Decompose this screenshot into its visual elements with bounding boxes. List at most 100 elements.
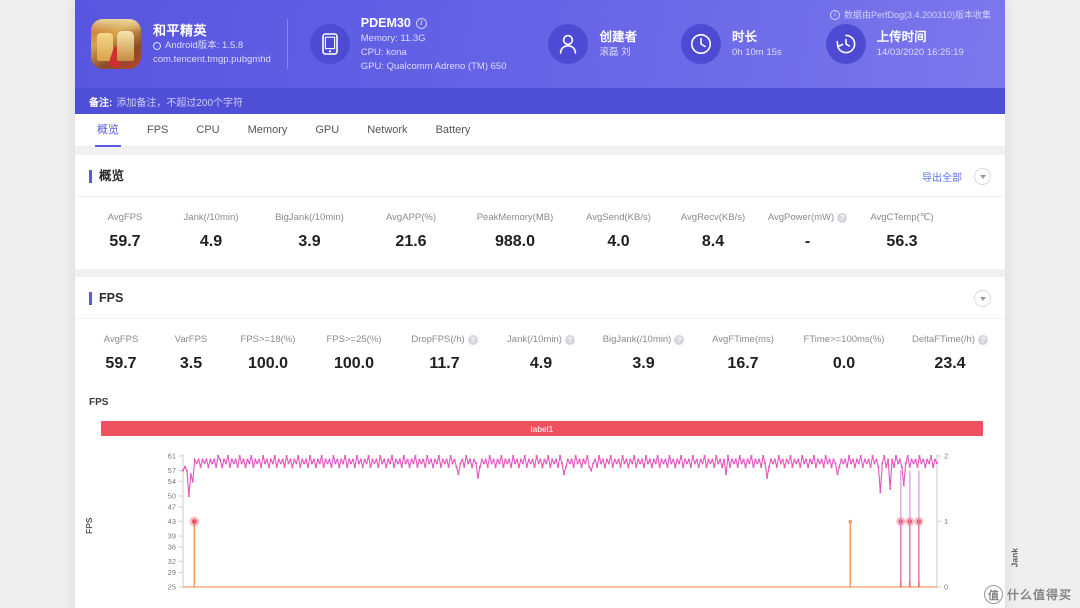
stat-label-text: AvgAPP(%) <box>386 211 436 225</box>
stat-label: FPS>=25(%) <box>311 333 397 347</box>
stat-label-text: PeakMemory(MB) <box>477 211 554 225</box>
app-package: com.tencent.tmgp.pubgmhd <box>153 53 271 67</box>
stat-label-text: BigJank(/10min) <box>603 333 672 347</box>
note-input-placeholder[interactable]: 添加备注，不超过200个字符 <box>116 94 243 109</box>
svg-text:32: 32 <box>168 557 176 566</box>
creator-meta: 创建者 滚磊 刘 <box>599 29 637 60</box>
stat-label-text: AvgPower(mW) <box>768 211 834 225</box>
stat-value: 0.0 <box>789 354 899 373</box>
stat-fps-25: FPS>=25(%)100.0 <box>311 333 397 373</box>
history-icon <box>826 24 866 64</box>
help-icon[interactable]: ? <box>837 213 847 223</box>
stat-value: 21.6 <box>362 232 460 251</box>
device-meta: PDEM30 i Memory: 11.3G CPU: kona GPU: Qu… <box>361 15 507 74</box>
help-icon[interactable]: ? <box>978 335 988 345</box>
app-icon-redmark <box>108 46 125 68</box>
stat-value: 988.0 <box>460 232 570 251</box>
overview-title: 概览 <box>89 170 124 183</box>
watermark-text: 什么值得买 <box>1007 586 1072 603</box>
duration-meta: 时长 0h 10m 15s <box>732 29 782 60</box>
stat-label-text: Jank(/10min) <box>184 211 239 225</box>
stat-value: - <box>759 232 856 251</box>
app-meta: 和平精英 Android版本: 1.5.8 com.tencent.tmgp.p… <box>153 22 271 67</box>
creator-label: 创建者 <box>599 29 637 46</box>
svg-text:36: 36 <box>168 543 176 552</box>
tab-fps[interactable]: FPS <box>133 114 182 147</box>
svg-text:50: 50 <box>168 492 176 501</box>
tab-battery[interactable]: Battery <box>422 114 485 147</box>
screenshot-root: i 数据由PerfDog(3.4.200310)版本收集 和平精英 Androi… <box>0 0 1080 608</box>
upload-meta: 上传时间 14/03/2020 16:25:19 <box>877 29 964 60</box>
svg-text:29: 29 <box>168 568 176 577</box>
stat-label-text: AvgCTemp(℃) <box>870 211 933 225</box>
stat-label: AvgFPS <box>85 211 165 225</box>
stat-label: Jank(/10min)? <box>492 333 590 347</box>
stat-label: DeltaFTime(/h)? <box>899 333 1001 347</box>
fps-collapse-button[interactable] <box>974 290 991 307</box>
stat-label: DropFPS(/h)? <box>397 333 492 347</box>
device-cpu: CPU: kona <box>361 46 507 60</box>
stat-avgfps: AvgFPS59.7 <box>85 211 165 251</box>
stat-label: AvgPower(mW)? <box>759 211 856 225</box>
app-name: 和平精英 <box>153 22 271 39</box>
stat-value: 3.9 <box>257 232 362 251</box>
note-label: 备注: <box>89 94 112 109</box>
stat-label-text: AvgRecv(KB/s) <box>681 211 745 225</box>
stat-label: AvgFPS <box>85 333 157 347</box>
report-body: 概览 导出全部 AvgFPS59.7Jank(/10min)4.9BigJank… <box>75 147 1005 608</box>
stat-value: 4.9 <box>165 232 257 251</box>
tab-cpu[interactable]: CPU <box>182 114 233 147</box>
stat-value: 4.0 <box>570 232 667 251</box>
tab-network[interactable]: Network <box>353 114 421 147</box>
note-bar[interactable]: 备注: 添加备注，不超过200个字符 <box>75 88 1005 114</box>
watermark: 值 什么值得买 <box>984 585 1072 604</box>
phone-icon <box>310 24 350 64</box>
stat-label: AvgFTime(ms) <box>697 333 789 347</box>
stat-label: FTime>=100ms(%) <box>789 333 899 347</box>
watermark-badge: 值 <box>984 585 1003 604</box>
chevron-down-icon <box>980 297 986 301</box>
stat-label: AvgCTemp(℃) <box>856 211 948 225</box>
device-name: PDEM30 <box>361 15 411 32</box>
overview-collapse-button[interactable] <box>974 168 991 185</box>
collect-version-text: 数据由PerfDog(3.4.200310)版本收集 <box>844 8 991 21</box>
svg-text:2: 2 <box>944 452 948 461</box>
user-icon <box>548 24 588 64</box>
stat-value: 3.9 <box>590 354 697 373</box>
fps-chart: FPS label1 FPS Jank 61575450474339363229… <box>75 391 1005 608</box>
svg-text:0: 0 <box>944 583 948 592</box>
overview-stats: AvgFPS59.7 Jank(/10min) 4.9 BigJank(/10min)… <box>75 197 1005 269</box>
overview-card: 概览 导出全部 AvgFPS59.7 Jank(/10min) 4.9 BigJank… <box>75 155 1005 269</box>
fps-header-actions <box>974 290 991 307</box>
fps-stats: AvgFPS59.7VarFPS3.5FPS>=18(%)100.0FPS>=2… <box>75 319 1005 391</box>
chart-plot-area[interactable]: FPS Jank 6157545047433936322925012 <box>75 448 1005 608</box>
tab-概览[interactable]: 概览 <box>83 114 133 147</box>
stat-value: 23.4 <box>899 354 1001 373</box>
help-icon[interactable]: ? <box>674 335 684 345</box>
help-icon[interactable]: ? <box>468 335 478 345</box>
device-gpu: GPU: Qualcomm Adreno (TM) 650 <box>361 60 507 74</box>
export-all-button[interactable]: 导出全部 <box>922 169 962 184</box>
stat-avgftime-ms: AvgFTime(ms)16.7 <box>697 333 789 373</box>
stat-avgapp: AvgAPP(%) 21.6 <box>362 211 460 251</box>
tab-memory[interactable]: Memory <box>234 114 302 147</box>
stat-bigjank-10min: BigJank(/10min)? 3.9 <box>590 333 697 373</box>
stat-value: 59.7 <box>85 354 157 373</box>
stat-label: AvgRecv(KB/s) <box>667 211 759 225</box>
stat-label: VarFPS <box>157 333 225 347</box>
stat-peakmemory-mb: PeakMemory(MB) 988.0 <box>460 211 570 251</box>
svg-text:61: 61 <box>168 452 176 461</box>
stat-avgfps: AvgFPS 59.7 <box>85 333 157 373</box>
duration-block: 时长 0h 10m 15s <box>665 24 782 64</box>
y-axis-title: FPS <box>84 517 94 534</box>
help-icon[interactable]: ? <box>565 335 575 345</box>
device-info-icon[interactable]: i <box>416 18 427 29</box>
stat-label-text: AvgSend(KB/s) <box>586 211 651 225</box>
stat-label-text: BigJank(/10min) <box>275 211 344 225</box>
stat-label-text: AvgFTime(ms) <box>712 333 774 347</box>
tab-gpu[interactable]: GPU <box>301 114 353 147</box>
stat-avgctemp: AvgCTemp(℃)56.3 <box>856 211 948 251</box>
header-divider-1 <box>287 19 288 69</box>
creator-block: 创建者 滚磊 刘 <box>532 24 637 64</box>
chart-label-bar[interactable]: label1 <box>101 421 983 436</box>
